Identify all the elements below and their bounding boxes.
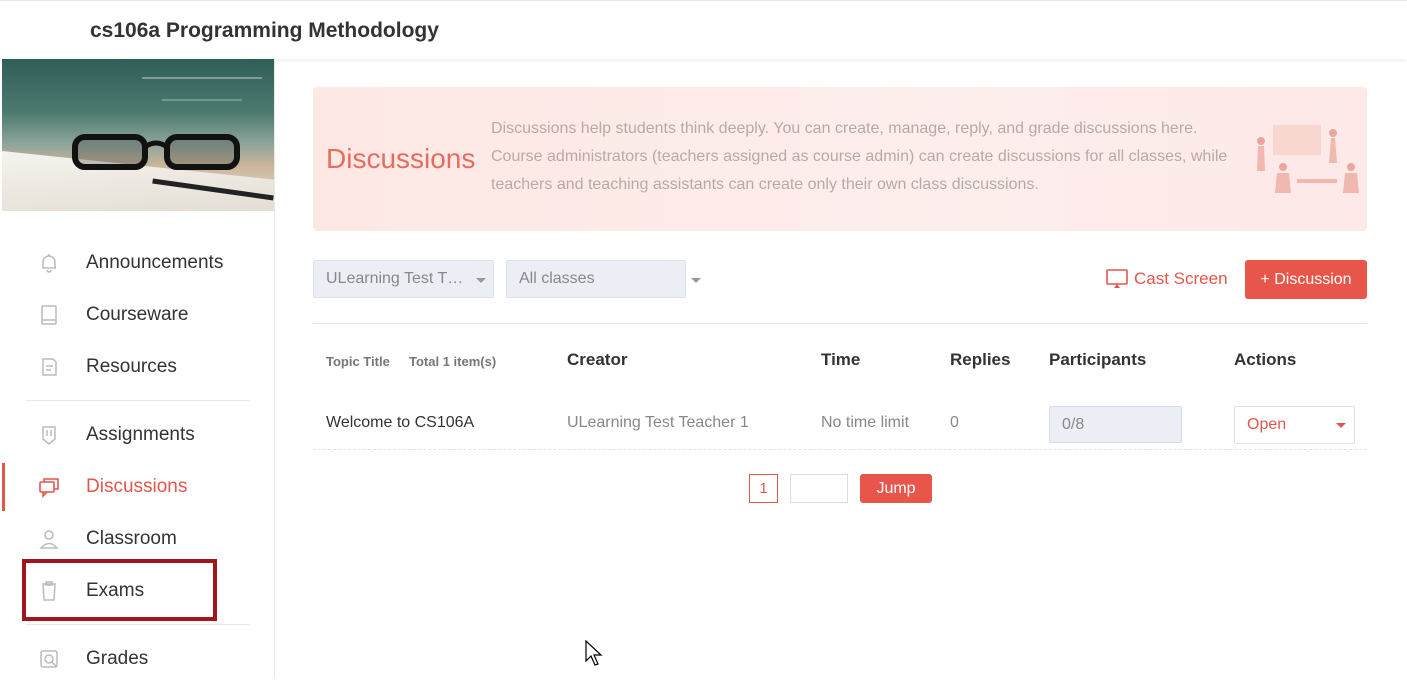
person-icon xyxy=(38,528,60,550)
action-select[interactable]: Open xyxy=(1234,406,1355,444)
jump-page-input[interactable] xyxy=(790,474,848,503)
teacher-select-value: ULearning Test T… xyxy=(326,270,464,287)
glasses-illustration xyxy=(72,134,240,170)
total-items-count: Total 1 item(s) xyxy=(409,354,497,369)
sidebar-item-grades[interactable]: Grades xyxy=(2,633,274,685)
grades-icon xyxy=(38,648,60,670)
chevron-down-icon xyxy=(1336,423,1346,428)
banner-description: Discussions help students think deeply. … xyxy=(491,120,1228,193)
sidebar-item-label: Classroom xyxy=(86,528,177,549)
table-row: Welcome to CS106A ULearning Test Teacher… xyxy=(313,398,1367,450)
course-cover-image xyxy=(2,59,274,211)
chat-icon xyxy=(38,476,60,498)
column-header-time: Time xyxy=(821,350,861,369)
sidebar-item-label: Grades xyxy=(86,648,149,669)
chevron-down-icon[interactable] xyxy=(691,278,701,283)
class-select-value: All classes xyxy=(519,270,595,287)
sidebar-item-label: Courseware xyxy=(86,304,189,325)
participants-value: 0/8 xyxy=(1062,415,1085,433)
course-title: cs106a Programming Methodology xyxy=(90,19,439,42)
filter-toolbar: ULearning Test T… All classes Cast Scree… xyxy=(313,260,1367,300)
top-bar: cs106a Programming Methodology xyxy=(0,0,1407,59)
class-select[interactable]: All classes xyxy=(506,260,686,298)
sidebar-item-classroom[interactable]: Classroom xyxy=(2,513,274,565)
sidebar-item-discussions[interactable]: Discussions xyxy=(2,461,274,513)
column-header-replies: Replies xyxy=(950,350,1011,369)
time-cell: No time limit xyxy=(821,414,910,431)
chevron-down-icon xyxy=(476,278,486,283)
page-title: Discussions xyxy=(326,143,476,174)
mouse-cursor-icon xyxy=(585,640,603,666)
cast-screen-button[interactable]: Cast Screen xyxy=(1106,269,1228,289)
discussions-banner: Discussions Discussions help students th… xyxy=(313,87,1367,231)
nav-divider xyxy=(26,400,250,401)
sidebar-item-courseware[interactable]: Courseware xyxy=(2,289,274,341)
sidebar-item-resources[interactable]: Resources xyxy=(2,341,274,393)
column-header-creator: Creator xyxy=(567,350,628,369)
column-header-participants: Participants xyxy=(1049,350,1147,369)
add-discussion-button[interactable]: + Discussion xyxy=(1245,260,1367,299)
teacher-select[interactable]: ULearning Test T… xyxy=(313,260,494,298)
table-header: Topic Title Total 1 item(s) Creator Time… xyxy=(313,350,1367,374)
exams-highlight-box xyxy=(22,559,217,621)
sidebar-item-announcements[interactable]: Announcements xyxy=(2,237,274,289)
divider xyxy=(313,323,1367,324)
sidebar-item-label: Assignments xyxy=(86,424,195,445)
sidebar-item-assignments[interactable]: Assignments xyxy=(2,409,274,461)
column-header-topic: Topic Title xyxy=(326,354,390,369)
assignment-icon xyxy=(38,424,60,446)
nav-divider xyxy=(26,624,250,625)
action-select-value: Open xyxy=(1247,416,1287,433)
jump-button[interactable]: Jump xyxy=(860,474,932,503)
classroom-illustration-icon xyxy=(1257,125,1359,193)
resources-icon xyxy=(38,356,60,378)
sidebar-item-label: Announcements xyxy=(86,252,224,273)
book-icon xyxy=(38,304,60,326)
topic-title-link[interactable]: Welcome to CS106A xyxy=(326,414,474,432)
participants-cell[interactable]: 0/8 xyxy=(1049,406,1182,443)
creator-cell: ULearning Test Teacher 1 xyxy=(567,414,749,431)
sidebar-item-label: Discussions xyxy=(86,476,188,497)
cast-screen-icon xyxy=(1106,269,1128,289)
replies-cell: 0 xyxy=(950,414,959,431)
sidebar-item-label: Resources xyxy=(86,356,177,377)
page-number-button[interactable]: 1 xyxy=(749,474,778,503)
bell-icon xyxy=(38,252,60,274)
column-header-actions: Actions xyxy=(1234,350,1297,369)
cast-screen-label: Cast Screen xyxy=(1134,269,1228,288)
